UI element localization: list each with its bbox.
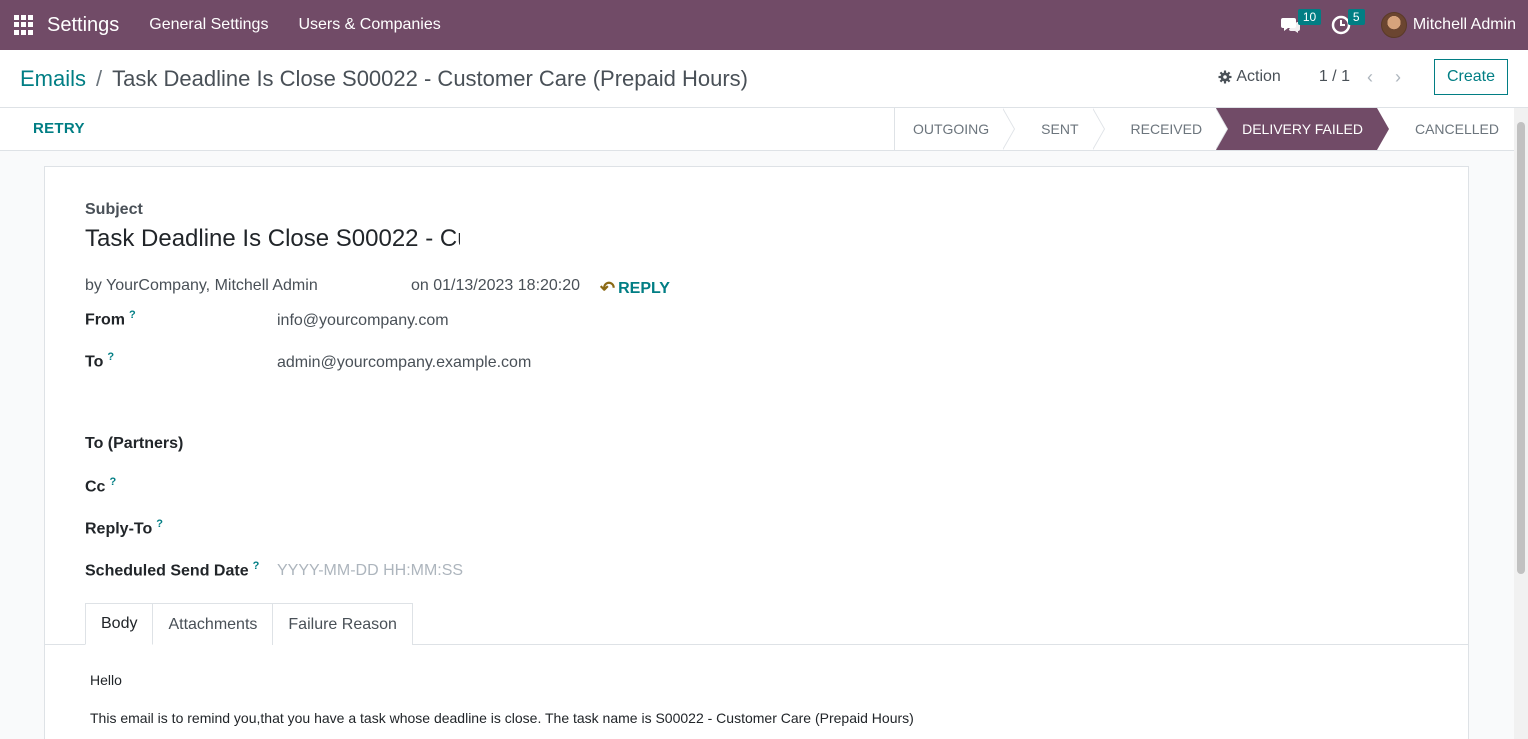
control-panel: Emails / Task Deadline Is Close S00022 -…: [0, 50, 1528, 151]
tab-attachments[interactable]: Attachments: [152, 603, 274, 645]
date-line: on 01/13/2023 18:20:20: [411, 277, 581, 294]
to-label: To?: [85, 351, 115, 371]
to-field[interactable]: admin@yourcompany.example.com: [277, 354, 531, 372]
avatar: [1380, 12, 1407, 38]
activities-systray[interactable]: 5: [1331, 0, 1365, 50]
email-body: Hello This email is to remind you,that y…: [90, 672, 914, 739]
stage-received[interactable]: RECEIVED: [1104, 108, 1217, 150]
messages-systray[interactable]: 10: [1280, 0, 1322, 50]
stage-sent[interactable]: SENT: [1015, 108, 1093, 150]
stage-separator: [1091, 108, 1105, 150]
pager-next-icon[interactable]: ›: [1388, 67, 1408, 88]
tab-body[interactable]: Body: [85, 603, 154, 645]
menu-users-companies[interactable]: Users & Companies: [298, 16, 440, 34]
subject-field[interactable]: Task Deadline Is Close S00022 - Customer…: [85, 225, 460, 253]
pager-previous-icon[interactable]: ‹: [1360, 67, 1380, 88]
scrollbar-thumb[interactable]: [1517, 122, 1525, 574]
reply-button[interactable]: ↶ REPLY: [600, 278, 670, 299]
messages-count-badge: 10: [1297, 9, 1322, 25]
apps-menu-icon[interactable]: [14, 15, 34, 35]
user-menu[interactable]: Mitchell Admin: [1380, 12, 1516, 38]
from-label: From?: [85, 309, 136, 329]
body-text: This email is to remind you,that you hav…: [90, 710, 914, 726]
help-icon[interactable]: ?: [109, 476, 116, 488]
stage-cancelled[interactable]: CANCELLED: [1388, 108, 1513, 150]
help-icon[interactable]: ?: [253, 560, 260, 572]
stage-outgoing[interactable]: OUTGOING: [894, 108, 1004, 150]
breadcrumb-separator: /: [96, 66, 103, 91]
reply-label: REPLY: [618, 279, 670, 297]
help-icon[interactable]: ?: [129, 309, 136, 321]
tab-failure-reason[interactable]: Failure Reason: [272, 603, 413, 645]
reply-to-label: Reply-To?: [85, 518, 163, 538]
reply-icon: ↶: [600, 278, 616, 298]
form-sheet: Subject Task Deadline Is Close S00022 - …: [44, 166, 1469, 739]
subject-label: Subject: [85, 201, 143, 218]
scheduled-send-date-input[interactable]: YYYY-MM-DD HH:MM:SS: [277, 562, 463, 580]
stage-separator: [1002, 108, 1016, 150]
to-partners-label: To (Partners): [85, 435, 184, 452]
top-navbar: Settings General Settings Users & Compan…: [0, 0, 1528, 50]
create-button[interactable]: Create: [1433, 59, 1508, 95]
cc-label: Cc?: [85, 476, 117, 496]
author-line: by YourCompany, Mitchell Admin: [85, 277, 318, 294]
app-name[interactable]: Settings: [47, 14, 119, 37]
breadcrumb-emails-link[interactable]: Emails: [20, 66, 86, 92]
menu-general-settings[interactable]: General Settings: [149, 16, 268, 34]
page-title: Task Deadline Is Close S00022 - Customer…: [112, 66, 748, 91]
from-field[interactable]: info@yourcompany.com: [277, 312, 449, 330]
breadcrumb: Emails / Task Deadline Is Close S00022 -…: [20, 66, 748, 92]
statusbar: OUTGOING SENT RECEIVED DELIVERY FAILED C…: [893, 108, 1513, 150]
gear-icon: [1218, 70, 1232, 84]
activities-count-badge: 5: [1347, 9, 1365, 25]
action-label: Action: [1236, 68, 1281, 85]
stage-separator: [1215, 108, 1229, 150]
retry-button[interactable]: RETRY: [33, 120, 85, 137]
scheduled-send-date-label: Scheduled Send Date?: [85, 560, 260, 580]
user-name: Mitchell Admin: [1412, 16, 1516, 33]
notebook-tabs: Body Attachments Failure Reason: [85, 603, 413, 645]
body-greeting: Hello: [90, 672, 122, 688]
action-button[interactable]: Action: [1218, 68, 1281, 86]
stage-separator: [1376, 108, 1389, 150]
stage-delivery-failed[interactable]: DELIVERY FAILED: [1228, 108, 1377, 150]
pager-value[interactable]: 1 / 1: [1319, 68, 1350, 86]
help-icon[interactable]: ?: [156, 518, 163, 530]
help-icon[interactable]: ?: [107, 351, 114, 363]
scrollbar[interactable]: [1514, 108, 1528, 739]
